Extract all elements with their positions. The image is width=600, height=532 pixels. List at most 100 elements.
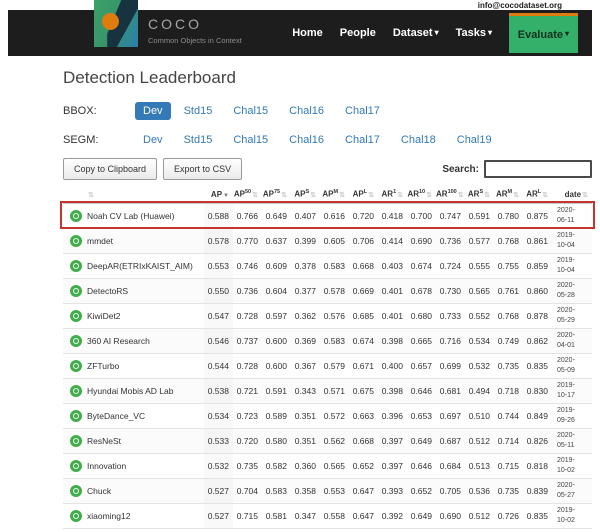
expand-row-icon[interactable] (70, 310, 82, 322)
column-header-ap50[interactable]: AP50 (233, 186, 262, 203)
metric-value: 0.768 (494, 303, 523, 328)
tab-segm-dev[interactable]: Dev (135, 131, 171, 149)
metric-value: 0.652 (407, 478, 436, 503)
metric-value: 0.700 (407, 203, 436, 228)
tab-bbox-chal15[interactable]: Chal15 (225, 102, 276, 120)
metric-value: 0.835 (523, 353, 552, 378)
nav-item-evaluate[interactable]: Evaluate (509, 13, 578, 53)
expand-row-icon[interactable] (70, 460, 82, 472)
nav-item-tasks[interactable]: Tasks (456, 27, 492, 39)
metric-value: 0.735 (494, 353, 523, 378)
expand-row-icon[interactable] (70, 485, 82, 497)
team-column-header[interactable] (87, 186, 204, 203)
table-row: ByteDance_VC0.5340.7230.5890.3510.5720.6… (63, 403, 592, 428)
tab-segm-chal19[interactable]: Chal19 (449, 131, 500, 149)
table-row: 360 AI Research0.5460.7370.6000.3690.583… (63, 328, 592, 353)
expand-row-icon[interactable] (70, 410, 82, 422)
table-toolbar: Copy to Clipboard Export to CSV Search: (63, 158, 592, 180)
metric-value: 0.550 (204, 278, 233, 303)
expand-row-icon[interactable] (70, 435, 82, 447)
leaderboard-table-wrap: APAP50AP75APSAPMAPLAR1AR10AR100ARSARMARL… (63, 186, 592, 529)
tab-segm-std15[interactable]: Std15 (176, 131, 221, 149)
coco-logo[interactable] (94, 0, 138, 47)
tab-segm-chal16[interactable]: Chal16 (281, 131, 332, 149)
metric-value: 0.553 (320, 478, 349, 503)
column-header-ar1[interactable]: AR1 (378, 186, 407, 203)
column-header-ar100[interactable]: AR100 (436, 186, 465, 203)
column-header-arl[interactable]: ARL (523, 186, 552, 203)
column-header-ap75[interactable]: AP75 (262, 186, 291, 203)
copy-to-clipboard-button[interactable]: Copy to Clipboard (63, 158, 157, 180)
metric-value: 0.581 (262, 503, 291, 528)
column-header-apm[interactable]: APM (320, 186, 349, 203)
sort-icon (457, 190, 464, 199)
metric-value: 0.706 (349, 228, 378, 253)
team-name: Innovation (87, 453, 204, 478)
metric-value: 0.681 (436, 378, 465, 403)
column-header-apl[interactable]: APL (349, 186, 378, 203)
metric-value: 0.547 (204, 303, 233, 328)
metric-value: 0.715 (233, 503, 262, 528)
top-navbar: COCO Common Objects in Context Home Peop… (8, 10, 592, 56)
export-to-csv-button[interactable]: Export to CSV (163, 158, 242, 180)
metric-value: 0.392 (378, 503, 407, 528)
metric-value: 0.649 (262, 203, 291, 228)
bbox-tabs: Dev Std15Chal15 Chal16 Chal17 (135, 102, 388, 120)
expand-row-icon[interactable] (70, 335, 82, 347)
metric-value: 0.685 (349, 303, 378, 328)
tab-bbox-chal16[interactable]: Chal16 (281, 102, 332, 120)
metric-value: 0.705 (436, 478, 465, 503)
expand-row-icon[interactable] (70, 235, 82, 247)
team-name: mmdet (87, 228, 204, 253)
column-header-ap[interactable]: AP (204, 186, 233, 203)
metric-value: 0.494 (465, 378, 494, 403)
column-header-ar10[interactable]: AR10 (407, 186, 436, 203)
expand-row-icon[interactable] (70, 510, 82, 522)
metric-value: 0.761 (494, 278, 523, 303)
metric-value: 0.562 (320, 428, 349, 453)
expand-row-icon[interactable] (70, 285, 82, 297)
metric-value: 0.646 (407, 453, 436, 478)
team-name: KiwiDet2 (87, 303, 204, 328)
metric-value: 0.571 (320, 378, 349, 403)
expand-row-icon[interactable] (70, 260, 82, 272)
table-row: DeepAR(ETRIxKAIST_AIM)0.5530.7460.6090.3… (63, 253, 592, 278)
expand-row-icon[interactable] (70, 210, 82, 222)
nav-item-dataset[interactable]: Dataset (393, 27, 439, 39)
tab-segm-chal15[interactable]: Chal15 (225, 131, 276, 149)
nav-item-people[interactable]: People (340, 27, 376, 39)
metric-value: 0.527 (204, 503, 233, 528)
metric-value: 0.818 (523, 453, 552, 478)
metric-value: 0.555 (465, 253, 494, 278)
submission-date: 2020-04-01 (552, 328, 592, 353)
tab-bbox-chal17[interactable]: Chal17 (337, 102, 388, 120)
metric-value: 0.674 (349, 328, 378, 353)
sort-icon (541, 190, 548, 199)
contact-email[interactable]: info@cocodataset.org (478, 1, 562, 10)
column-header-ars[interactable]: ARS (465, 186, 494, 203)
metric-value: 0.583 (320, 328, 349, 353)
metric-value: 0.347 (291, 503, 320, 528)
metric-value: 0.849 (523, 403, 552, 428)
column-header-aps[interactable]: APS (291, 186, 320, 203)
tab-segm-chal17[interactable]: Chal17 (337, 131, 388, 149)
metric-value: 0.572 (320, 403, 349, 428)
tab-segm-chal18[interactable]: Chal18 (393, 131, 444, 149)
metric-value: 0.369 (291, 328, 320, 353)
metric-value: 0.397 (378, 453, 407, 478)
metric-value: 0.377 (291, 278, 320, 303)
expand-row-icon[interactable] (70, 360, 82, 372)
column-header-arm[interactable]: ARM (494, 186, 523, 203)
page-title: Detection Leaderboard (63, 68, 592, 88)
metric-value: 0.398 (378, 378, 407, 403)
expand-row-icon[interactable] (70, 385, 82, 397)
tab-bbox-dev[interactable]: Dev (135, 102, 171, 120)
metric-value: 0.687 (436, 428, 465, 453)
nav-item-home[interactable]: Home (292, 27, 323, 39)
table-row: Innovation0.5320.7350.5820.3600.5650.652… (63, 453, 592, 478)
metric-value: 0.538 (204, 378, 233, 403)
search-input[interactable] (484, 160, 592, 178)
tab-bbox-std15[interactable]: Std15 (176, 102, 221, 120)
metric-value: 0.583 (320, 253, 349, 278)
column-header-date[interactable]: date (552, 186, 592, 203)
